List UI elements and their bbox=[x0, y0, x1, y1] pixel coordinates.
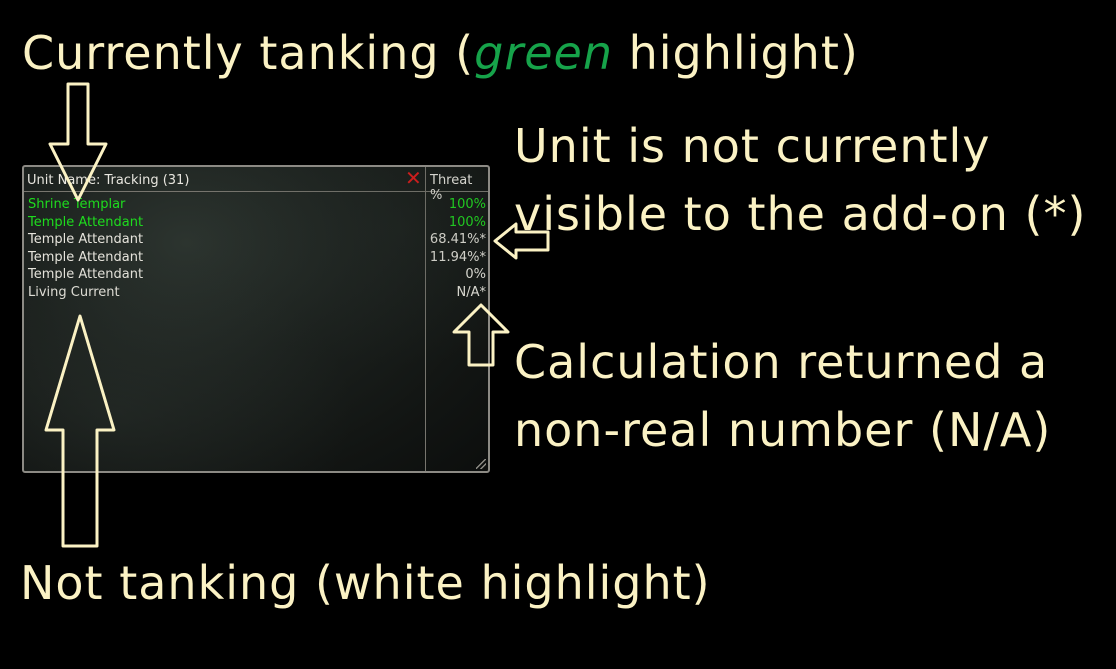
threat-value: 68.41%* bbox=[429, 232, 486, 248]
annotation-not-visible: Unit is not currently visible to the add… bbox=[514, 112, 1086, 248]
threat-value: 11.94%* bbox=[429, 249, 486, 265]
annotation-non-real: Calculation returned a non-real number (… bbox=[514, 328, 1051, 464]
unit-name: Temple Attendant bbox=[28, 267, 144, 283]
unit-name: Temple Attendant bbox=[28, 214, 144, 230]
table-row[interactable]: Temple Attendant 100% bbox=[24, 214, 488, 233]
annotation-green-word: green bbox=[474, 26, 613, 80]
annotation-top-prefix: Currently tanking ( bbox=[22, 26, 475, 80]
resize-grip[interactable] bbox=[476, 459, 486, 469]
unit-name: Temple Attendant bbox=[28, 249, 144, 265]
annotation-non-real-line1: Calculation returned a bbox=[514, 335, 1049, 389]
threat-value: N/A* bbox=[456, 284, 487, 300]
unit-name: Living Current bbox=[28, 284, 120, 300]
unit-name: Temple Attendant bbox=[28, 232, 144, 248]
threat-value: 100% bbox=[448, 197, 486, 212]
arrow-down-icon bbox=[48, 82, 108, 202]
close-icon[interactable]: ✕ bbox=[405, 168, 422, 188]
arrow-up-icon bbox=[44, 314, 116, 548]
arrow-left-icon bbox=[492, 221, 552, 261]
annotation-top-suffix: highlight) bbox=[613, 26, 859, 80]
table-row[interactable]: Temple Attendant 68.41%* bbox=[24, 232, 488, 250]
table-row[interactable]: Temple Attendant 11.94%* bbox=[24, 249, 488, 268]
annotation-non-real-line2: non-real number (N/A) bbox=[514, 403, 1052, 457]
threat-value: 100% bbox=[448, 214, 486, 230]
annotation-not-visible-line1: Unit is not currently bbox=[514, 119, 991, 173]
table-row[interactable]: Temple Attendant 0% bbox=[24, 267, 488, 285]
threat-list: Shrine Templar 100% Temple Attendant 100… bbox=[24, 197, 488, 303]
annotation-currently-tanking: Currently tanking (green highlight) bbox=[22, 26, 859, 80]
threat-value: 0% bbox=[465, 267, 486, 283]
annotation-not-visible-line2: visible to the add-on (*) bbox=[514, 187, 1087, 241]
table-row[interactable]: Living Current N/A* bbox=[24, 284, 488, 303]
arrow-up-small-icon bbox=[450, 302, 512, 368]
annotation-not-tanking: Not tanking (white highlight) bbox=[20, 556, 711, 610]
